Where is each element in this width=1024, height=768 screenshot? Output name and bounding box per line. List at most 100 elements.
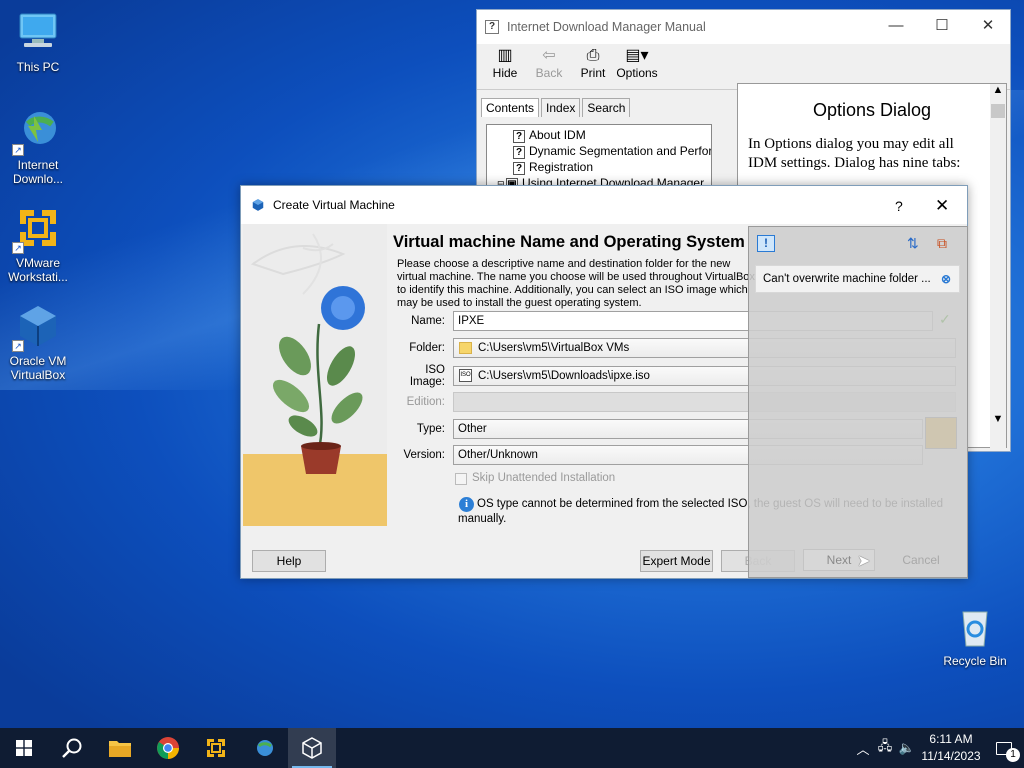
desktop-icon-label: This PC — [16, 60, 60, 74]
taskbar-file-explorer[interactable] — [96, 728, 144, 768]
disc-image-icon: ISO — [459, 369, 472, 382]
start-button[interactable] — [0, 728, 48, 768]
help-book-icon: ? — [485, 20, 499, 34]
error-message[interactable]: Can't overwrite machine folder ... ⊗ — [755, 265, 960, 293]
idm-tabs: Contents Index Search — [481, 98, 733, 117]
minimize-icon[interactable]: — — [873, 10, 919, 42]
computer-icon — [14, 8, 62, 56]
sort-icon[interactable]: ⇅ — [907, 235, 919, 252]
scroll-thumb[interactable] — [991, 104, 1005, 118]
warning-message-icon[interactable]: ! — [757, 235, 775, 252]
taskbar-virtualbox[interactable] — [288, 728, 336, 768]
print-button[interactable]: ⎙ Print — [571, 44, 615, 89]
wizard-illustration — [243, 224, 387, 526]
chrome-icon — [157, 737, 179, 759]
desktop-icon-recycle-bin[interactable]: Recycle Bin — [937, 602, 1013, 668]
page-description: Please choose a descriptive name and des… — [397, 258, 755, 309]
vmware-icon — [207, 739, 225, 757]
cancel-button[interactable]: Cancel — [885, 553, 957, 567]
name-row: Name: IPXE — [391, 311, 933, 331]
skip-unattended-label: Skip Unattended Installation — [472, 472, 616, 484]
network-icon[interactable]: 🖧 — [874, 737, 896, 759]
tree-item[interactable]: ? Registration — [487, 159, 711, 175]
shortcut-arrow-icon: ↗ — [12, 242, 24, 254]
type-row: Type: Other — [391, 419, 923, 439]
tab-index[interactable]: Index — [541, 98, 581, 117]
scroll-down-icon[interactable]: ▼ — [990, 413, 1006, 425]
tree-item[interactable]: ? About IDM — [487, 127, 711, 143]
tab-contents[interactable]: Contents — [481, 98, 540, 117]
idm-contents-tree: ? About IDM ? Dynamic Segmentation and Per… — [486, 124, 712, 186]
help-button[interactable]: Help — [252, 550, 326, 572]
folder-row: Folder: C:\Users\vm5\VirtualBox VMs — [391, 338, 956, 358]
type-label: Type: — [416, 423, 445, 435]
close-message-icon[interactable]: ⊗ — [941, 266, 951, 292]
desktop-icon-virtualbox[interactable]: ↗ Oracle VM VirtualBox — [0, 302, 76, 382]
desktop-icon-label: Internet Downlo... — [12, 158, 64, 186]
context-help-button[interactable]: ? — [895, 198, 903, 214]
back-arrow-icon: ⇦ — [542, 47, 556, 64]
skip-unattended-checkbox[interactable] — [455, 473, 467, 485]
idm-globe-icon: ↗ — [12, 106, 62, 156]
iso-row: ISO Image: ISO C:\Users\vm5\Downloads\ip… — [391, 364, 956, 388]
volume-muted-icon[interactable]: 🔈 — [896, 740, 918, 756]
chevron-up-icon[interactable]: ︿ — [852, 739, 874, 758]
maximize-icon[interactable]: ☐ — [919, 10, 965, 42]
name-label: Name: — [411, 315, 445, 327]
desktop-icon-label: Recycle Bin — [943, 654, 1007, 668]
action-center-button[interactable]: 1 — [984, 728, 1024, 768]
version-row: Version: Other/Unknown — [391, 445, 923, 465]
version-label: Version: — [403, 449, 445, 461]
desktop-icon-label: Oracle VM VirtualBox — [9, 354, 67, 382]
search-button[interactable] — [48, 728, 96, 768]
scroll-up-icon[interactable]: ▲ — [990, 84, 1006, 100]
desktop-icon-label: VMware Workstati... — [8, 256, 68, 284]
folder-icon — [109, 741, 131, 757]
info-icon: i — [459, 497, 474, 512]
taskbar-chrome[interactable] — [144, 728, 192, 768]
clock-date: 11/14/2023 — [921, 749, 981, 763]
desktop-icon-vmware[interactable]: ↗ VMware Workstati... — [0, 204, 76, 284]
idm-window-title: Internet Download Manager Manual — [507, 20, 706, 34]
hide-button[interactable]: ▥ Hide — [483, 44, 527, 89]
clock-time: 6:11 AM — [929, 732, 973, 746]
clock[interactable]: 6:11 AM 11/14/2023 — [918, 731, 984, 765]
vmware-icon: ↗ — [12, 204, 62, 254]
hide-icon: ▥ — [497, 47, 513, 64]
options-icon: ▤▾ — [625, 47, 649, 64]
close-icon[interactable]: ✕ — [965, 10, 1011, 42]
idm-globe-icon — [257, 740, 273, 756]
info-text-line-2: manually. — [458, 513, 507, 525]
vbox-title-bar[interactable]: Create Virtual Machine ? ✕ — [241, 186, 967, 224]
taskbar-idm[interactable] — [240, 728, 288, 768]
recycle-bin-icon — [951, 602, 999, 650]
help-page-icon: ? — [513, 130, 525, 143]
shortcut-arrow-icon: ↗ — [12, 340, 24, 352]
topic-body: In Options dialog you may edit all IDM s… — [748, 136, 961, 171]
windows-logo-icon — [16, 740, 32, 756]
taskbar-vmware[interactable] — [192, 728, 240, 768]
dialog-title: Create Virtual Machine — [273, 198, 395, 212]
os-type-image — [925, 417, 957, 449]
dismiss-all-icon[interactable]: ⧉ — [937, 235, 947, 252]
virtualbox-cube-icon — [252, 199, 264, 211]
shortcut-arrow-icon: ↗ — [12, 144, 24, 156]
help-page-icon: ? — [513, 162, 525, 175]
desktop-icon-idm[interactable]: ↗ Internet Downlo... — [0, 106, 76, 186]
mouse-cursor-icon: ➤ — [857, 553, 871, 570]
back-button[interactable]: ⇦ Back — [527, 44, 571, 89]
folder-label: Folder: — [409, 342, 445, 354]
tab-search[interactable]: Search — [582, 98, 631, 117]
topic-scrollbar[interactable]: ▲ ▼ — [990, 84, 1006, 449]
options-button[interactable]: ▤▾ Options — [615, 44, 659, 89]
search-icon — [62, 738, 82, 758]
close-icon[interactable]: ✕ — [935, 196, 949, 216]
system-tray: ︿ 🖧 🔈 6:11 AM 11/14/2023 1 — [852, 728, 1024, 768]
tree-item[interactable]: ?Dynamic Segmentation and Performar — [487, 143, 711, 159]
help-page-icon: ? — [513, 146, 525, 159]
topic-heading: Options Dialog — [812, 100, 932, 120]
notification-overlay: ! ⇅ ⧉ Can't overwrite machine folder ...… — [748, 226, 968, 578]
expert-mode-button[interactable]: Expert Mode — [640, 550, 713, 572]
iso-label: ISO Image: — [409, 364, 445, 388]
desktop-icon-this-pc[interactable]: This PC — [0, 8, 76, 74]
